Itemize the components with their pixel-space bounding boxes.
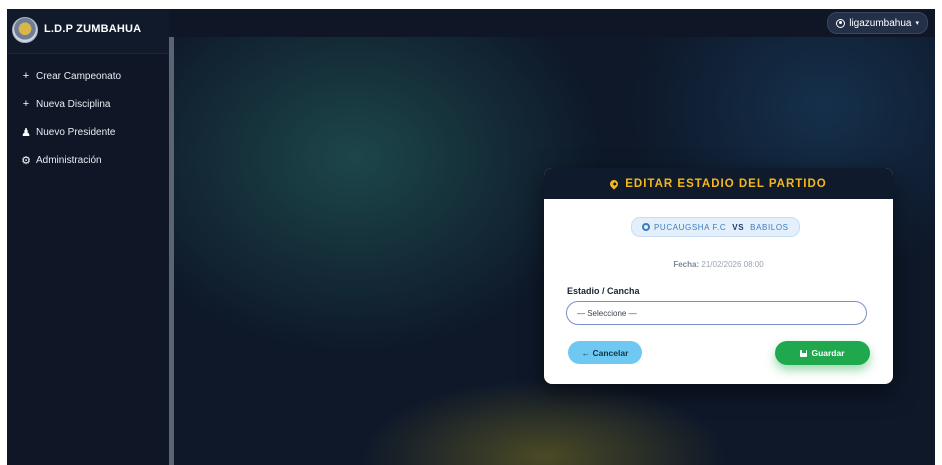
sidebar: + Crear Campeonato + Nueva Disciplina ♟ … — [7, 53, 169, 465]
modal-header: EDITAR ESTADIO DEL PARTIDO — [544, 168, 893, 199]
edit-stadium-modal: EDITAR ESTADIO DEL PARTIDO PUCAUGSHA F.C… — [544, 168, 893, 384]
modal-title: EDITAR ESTADIO DEL PARTIDO — [625, 177, 827, 190]
save-label: Guardar — [811, 348, 845, 358]
date-label: Fecha: — [673, 260, 700, 269]
brand-title: L.D.P ZUMBAHUA — [44, 23, 142, 35]
floppy-disk-icon — [800, 349, 808, 357]
save-button[interactable]: Guardar — [775, 341, 870, 365]
sidebar-item-nueva-disciplina[interactable]: + Nueva Disciplina — [21, 98, 111, 110]
sidebar-item-label: Nueva Disciplina — [36, 98, 111, 110]
match-badge: PUCAUGSHA F.C VS BABILOS — [631, 217, 800, 237]
stadium-select[interactable]: — Seleccione — — [566, 301, 867, 325]
sidebar-item-label: Crear Campeonato — [36, 70, 122, 82]
sidebar-divider — [169, 37, 174, 465]
sidebar-item-crear-campeonato[interactable]: + Crear Campeonato — [21, 70, 121, 82]
stadium-field-label: Estadio / Cancha — [567, 286, 640, 296]
date-value: 21/02/2026 08:00 — [701, 260, 764, 269]
sidebar-item-label: Administración — [36, 155, 102, 166]
user-menu-button[interactable]: ligazumbahua ▾ — [827, 12, 928, 34]
cancel-label: ← Cancelar — [581, 347, 629, 358]
caret-down-icon: ▾ — [915, 20, 919, 27]
cancel-button[interactable]: ← Cancelar — [568, 341, 642, 364]
vs-label: VS — [732, 222, 745, 232]
map-pin-icon — [608, 177, 620, 190]
plus-icon: + — [22, 70, 30, 82]
league-logo — [12, 17, 38, 43]
stadium-select-value: — Seleccione — — [577, 308, 637, 318]
app-window: EDITAR ESTADIO DEL PARTIDO PUCAUGSHA F.C… — [7, 9, 935, 465]
user-name: ligazumbahua — [849, 17, 912, 29]
plus-icon: + — [22, 98, 30, 110]
home-team: PUCAUGSHA F.C — [654, 222, 727, 232]
brand[interactable]: L.D.P ZUMBAHUA — [7, 9, 169, 54]
sidebar-item-label: Nuevo Presidente — [36, 127, 116, 138]
match-date: Fecha: 21/02/2026 08:00 — [544, 260, 893, 269]
cogs-icon: ⚙ — [21, 155, 31, 167]
main-content: EDITAR ESTADIO DEL PARTIDO PUCAUGSHA F.C… — [174, 37, 935, 465]
sidebar-item-administracion[interactable]: ⚙ Administración — [21, 154, 102, 167]
user-circle-icon — [836, 18, 846, 28]
user-icon: ♟ — [21, 127, 31, 139]
soccer-ball-icon — [642, 223, 650, 231]
sidebar-item-nuevo-presidente[interactable]: ♟ Nuevo Presidente — [21, 126, 116, 139]
away-team: BABILOS — [750, 222, 789, 232]
